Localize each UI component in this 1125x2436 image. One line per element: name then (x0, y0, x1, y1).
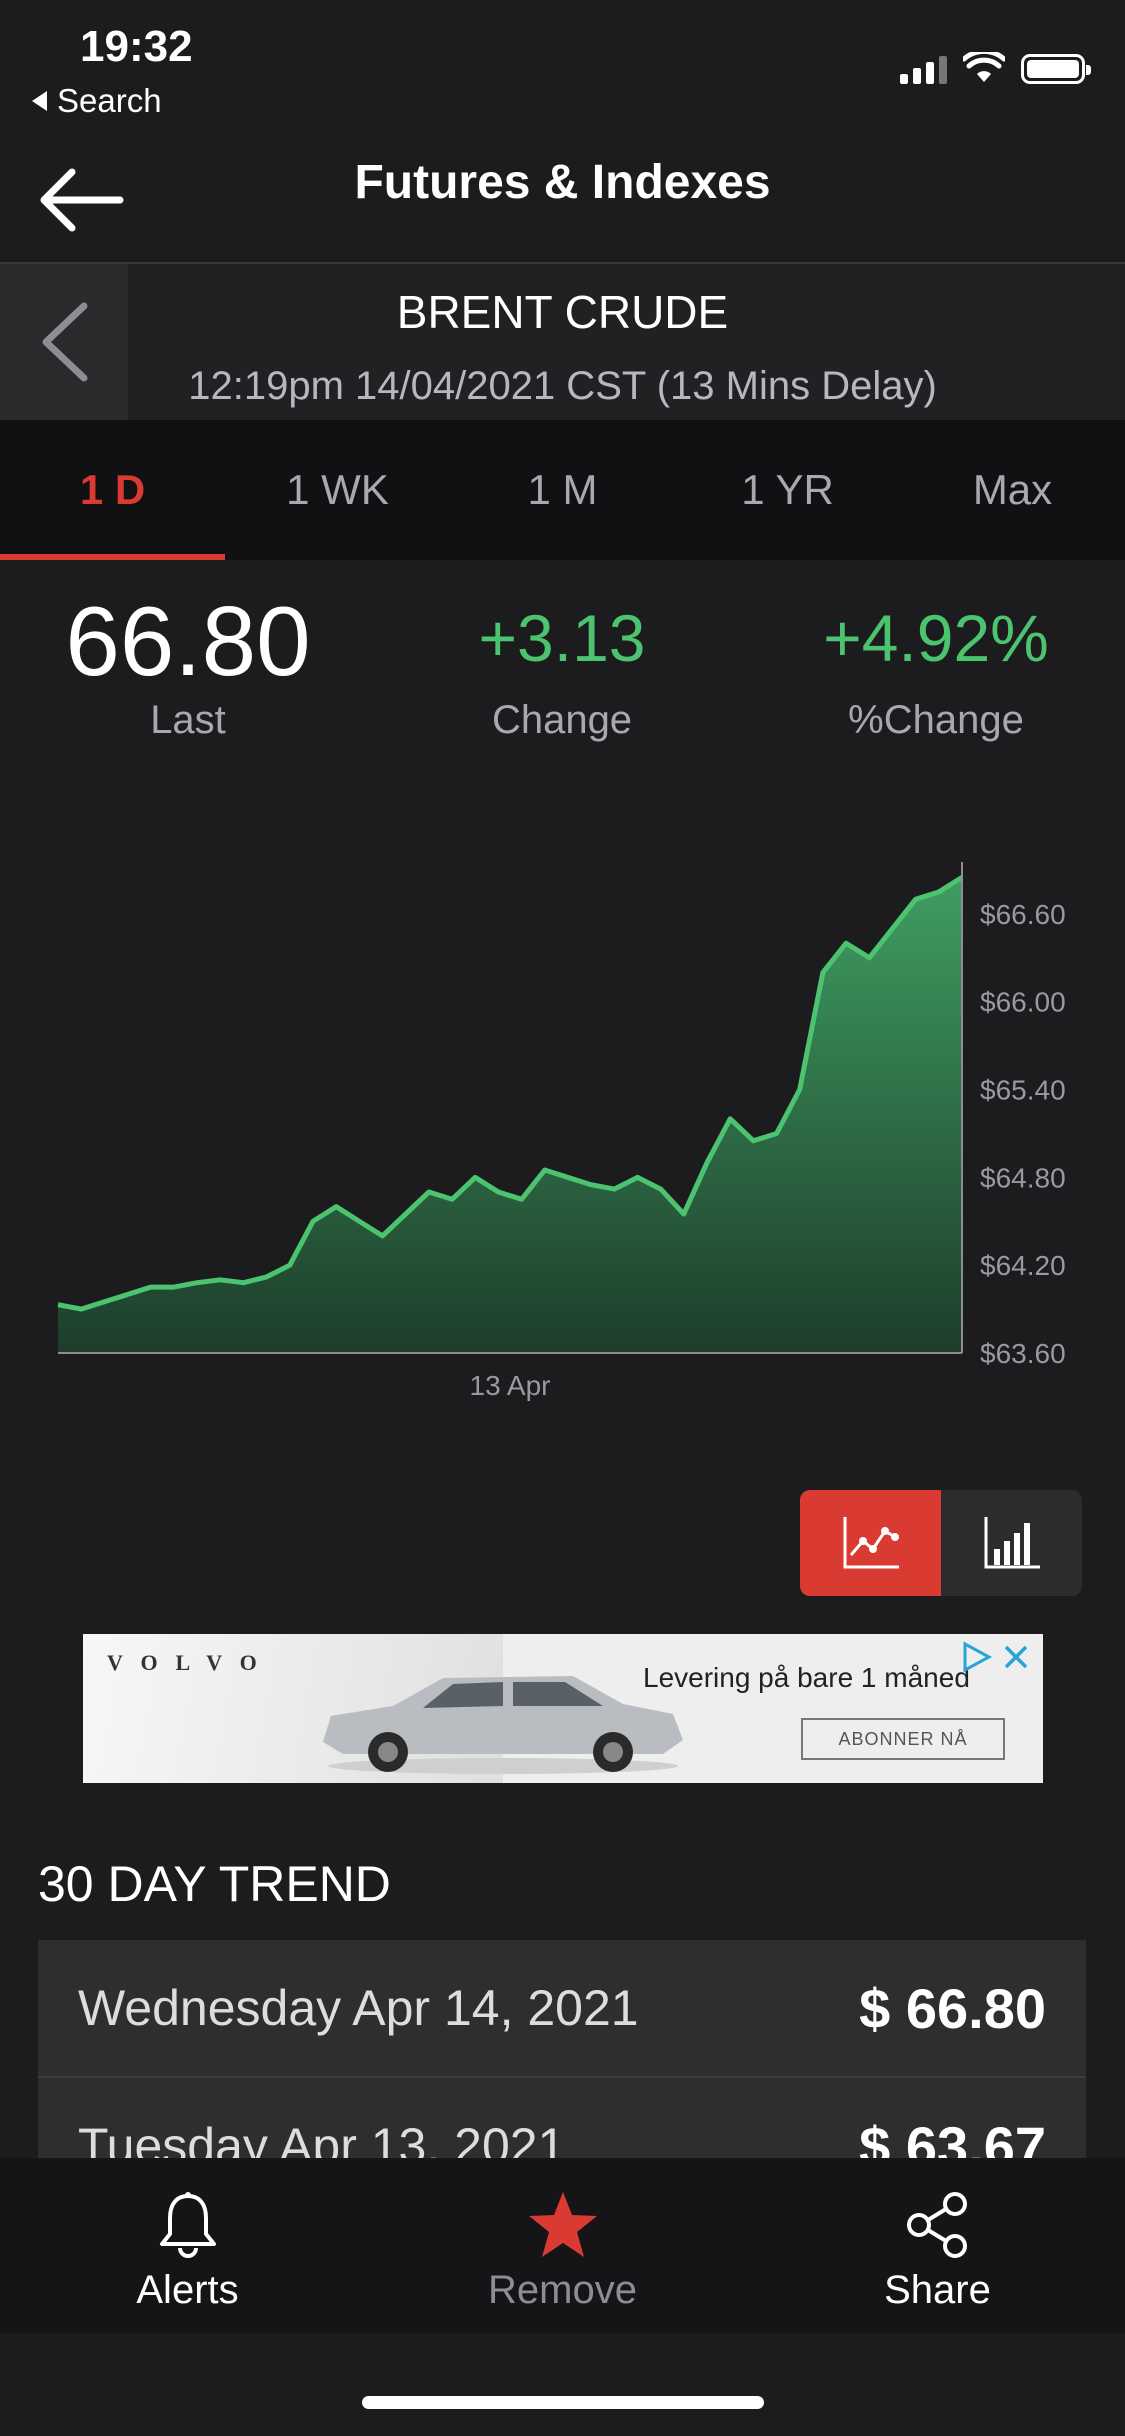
y-tick-label: $66.00 (980, 987, 1066, 1018)
ad-headline: Levering på bare 1 måned (643, 1662, 970, 1693)
trend-section-title: 30 DAY TREND (38, 1856, 391, 1912)
bottom-action-bar: Alerts Remove Share (0, 2158, 1125, 2333)
remove-label: Remove (488, 2268, 637, 2312)
trend-price: $ 66.80 (859, 1976, 1046, 2040)
home-indicator[interactable] (362, 2396, 764, 2409)
tab-1d[interactable]: 1 D (0, 420, 225, 560)
status-time: 19:32 (80, 22, 193, 71)
status-icons (900, 52, 1091, 84)
y-tick-label: $66.60 (980, 899, 1066, 930)
bell-icon (159, 2192, 216, 2258)
wifi-icon (963, 52, 1005, 82)
trend-price: $ 63.67 (859, 2114, 1046, 2159)
change-value: +3.13 (478, 601, 646, 675)
remove-favorite-button[interactable]: Remove (375, 2158, 750, 2333)
change-label: Change (491, 698, 633, 742)
trend-row[interactable]: Wednesday Apr 14, 2021 $ 66.80 (38, 1940, 1086, 2078)
ad-brand-logo: VOLVO (107, 1650, 275, 1675)
range-tabs: 1 D 1 WK 1 M 1 YR Max (0, 420, 1125, 560)
home-indicator-area (0, 2333, 1125, 2436)
trend-row[interactable]: Tuesday Apr 13, 2021 $ 63.67 (38, 2078, 1086, 2159)
cellular-signal-icon (900, 56, 947, 84)
y-tick-label: $63.60 (980, 1338, 1066, 1369)
percent-change-value: +4.92% (823, 601, 1049, 675)
chart-type-toggle (800, 1490, 1082, 1596)
adchoices-icon (963, 1641, 993, 1673)
instrument-timestamp: 12:19pm 14/04/2021 CST (13 Mins Delay) (188, 364, 937, 408)
x-tick-label: 13 Apr (470, 1370, 551, 1401)
tab-1m[interactable]: 1 M (450, 420, 675, 560)
share-icon (906, 2192, 967, 2258)
line-chart-button[interactable] (800, 1490, 941, 1596)
y-tick-label: $65.40 (980, 1075, 1066, 1106)
bar-chart-icon (984, 1517, 1040, 1569)
last-price-value: 66.80 (65, 586, 311, 696)
y-tick-label: $64.20 (980, 1250, 1066, 1281)
page-title: Futures & Indexes (354, 156, 771, 209)
back-to-search-label: Search (57, 82, 162, 119)
alerts-label: Alerts (136, 2268, 239, 2312)
advertisement-banner[interactable]: VOLVO Levering på bare 1 måned ABONNER N… (83, 1634, 1043, 1783)
price-chart[interactable]: $66.60 $66.00 $65.40 $64.80 $64.20 $63.60 13 … (0, 850, 1125, 1410)
tab-max[interactable]: Max (900, 420, 1125, 560)
tab-1yr[interactable]: 1 YR (675, 420, 900, 560)
ad-car-image (323, 1676, 683, 1774)
last-price-label: Last (150, 698, 226, 742)
share-button[interactable]: Share (750, 2158, 1125, 2333)
y-tick-label: $64.80 (980, 1162, 1066, 1193)
instrument-name: BRENT CRUDE (396, 286, 729, 338)
star-icon (528, 2192, 597, 2257)
battery-icon (1021, 54, 1091, 84)
tab-1wk[interactable]: 1 WK (225, 420, 450, 560)
share-label: Share (884, 2268, 991, 2312)
trend-date: Tuesday Apr 13, 2021 (78, 2118, 566, 2158)
trend-list: Wednesday Apr 14, 2021 $ 66.80 Tuesday A… (38, 1940, 1086, 2158)
ad-choices[interactable] (959, 1640, 1031, 1674)
back-to-search-link[interactable]: Search (32, 82, 162, 120)
line-chart-icon (843, 1517, 899, 1569)
back-triangle-icon (32, 91, 47, 111)
trend-date: Wednesday Apr 14, 2021 (78, 1980, 639, 2036)
ad-cta-button[interactable]: ABONNER NÅ (801, 1718, 1005, 1760)
percent-change-label: %Change (848, 698, 1024, 742)
alerts-button[interactable]: Alerts (0, 2158, 375, 2333)
bar-chart-button[interactable] (941, 1490, 1082, 1596)
close-icon[interactable] (1001, 1642, 1031, 1672)
